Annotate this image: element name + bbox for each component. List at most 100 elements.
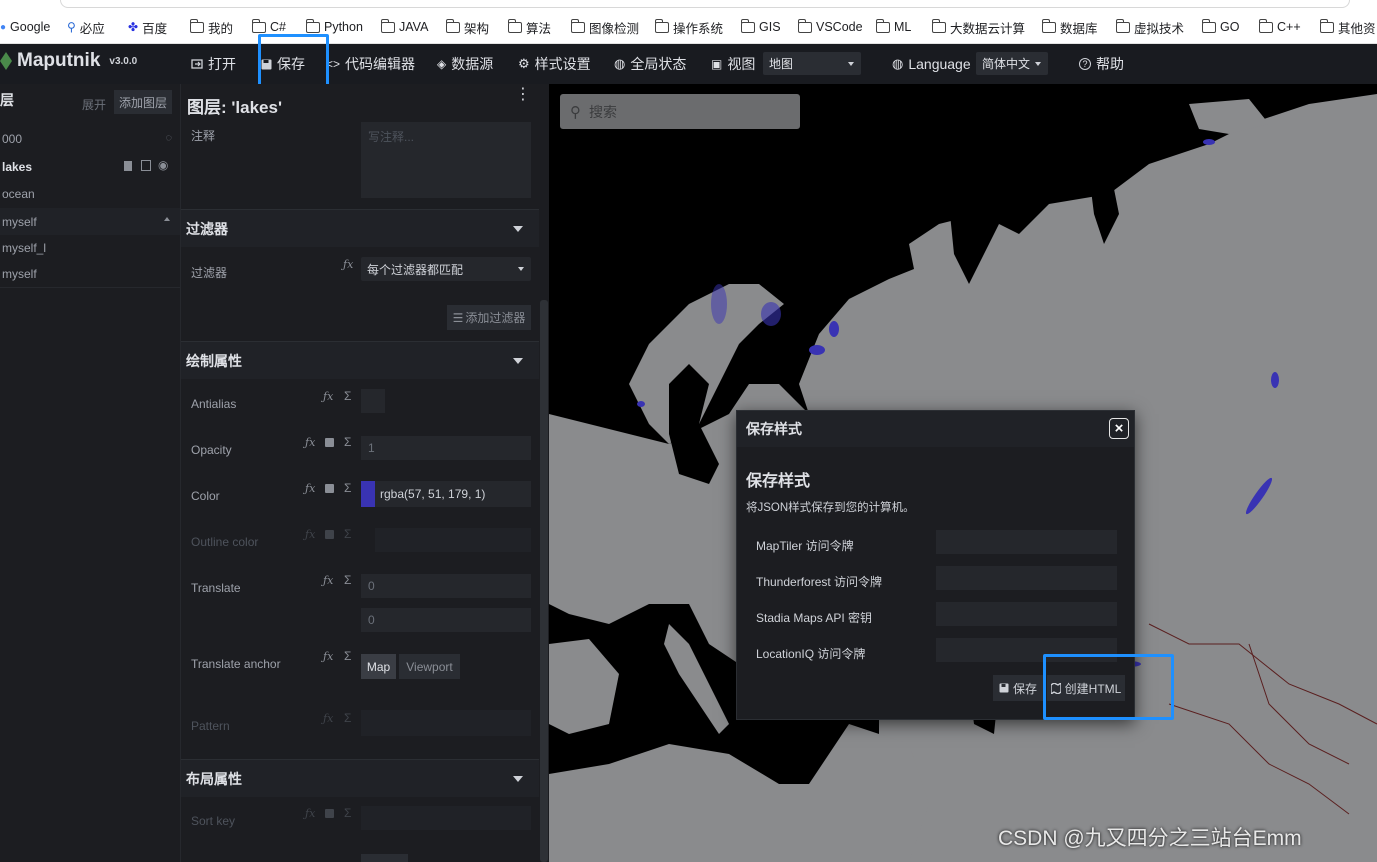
outline-color-label: Outline color bbox=[191, 535, 259, 549]
color-label: Color bbox=[191, 489, 220, 503]
function-icon[interactable]: ƒx bbox=[323, 574, 333, 587]
sort-key-input[interactable] bbox=[361, 806, 531, 830]
layer-item[interactable]: ocean bbox=[0, 180, 180, 207]
bookmark-folder[interactable]: 算法 bbox=[507, 18, 551, 36]
modal-save-button[interactable]: 保存 bbox=[993, 675, 1043, 701]
view-label-group: ▣ 视图 bbox=[711, 55, 755, 73]
code-editor-button[interactable]: <> 代码编辑器 bbox=[326, 55, 415, 73]
bookmark-folder[interactable]: 大数据云计算 bbox=[931, 18, 1025, 36]
search-placeholder: 搜索 bbox=[589, 103, 617, 120]
map-search-input[interactable]: ⚲ 搜索 bbox=[560, 94, 800, 129]
style-settings-button[interactable]: ⚙ 样式设置 bbox=[518, 55, 591, 73]
app-logo[interactable]: Maputnik v3.0.0 bbox=[0, 50, 137, 71]
function-icon[interactable]: ƒx bbox=[343, 258, 353, 271]
bookmark-folder[interactable]: ML bbox=[875, 18, 911, 36]
anchor-map-button[interactable]: Map bbox=[361, 654, 396, 679]
translate-y-input[interactable]: 0 bbox=[361, 608, 531, 632]
sigma-icon[interactable]: Σ bbox=[344, 527, 351, 541]
folder-icon bbox=[251, 18, 266, 33]
sigma-icon[interactable]: Σ bbox=[344, 711, 351, 725]
layer-item[interactable]: myself_l bbox=[0, 234, 180, 261]
function-icon[interactable]: ƒx bbox=[305, 436, 315, 449]
function-icon[interactable]: ƒx bbox=[323, 650, 333, 663]
copy-icon[interactable] bbox=[141, 160, 151, 171]
editor-scrollbar[interactable] bbox=[540, 300, 548, 862]
eye-slash-icon[interactable]: ◌ bbox=[165, 132, 172, 144]
gear-icon: ⚙ bbox=[518, 56, 530, 71]
layout-section-header[interactable]: 布局属性 bbox=[181, 759, 539, 797]
add-layer-button[interactable]: 添加图层 bbox=[114, 90, 172, 114]
layer-item-lakes[interactable]: lakes ◉ bbox=[0, 153, 180, 180]
antialias-checkbox[interactable] bbox=[361, 389, 385, 413]
bookmark-folder[interactable]: C++ bbox=[1258, 18, 1301, 36]
function-icon[interactable]: ƒx bbox=[305, 807, 315, 820]
bookmark-folder[interactable]: 我的 bbox=[189, 18, 233, 36]
function-icon[interactable]: ƒx bbox=[305, 528, 315, 541]
data-driven-icon[interactable] bbox=[325, 484, 334, 493]
paint-section-header[interactable]: 绘制属性 bbox=[181, 341, 539, 379]
bookmark-bing[interactable]: ⚲ 必应 bbox=[67, 18, 105, 36]
folder-icon bbox=[445, 18, 460, 33]
bookmark-folder[interactable]: 其他资 bbox=[1319, 18, 1376, 36]
bookmark-folder[interactable]: VSCode bbox=[797, 18, 863, 36]
color-input[interactable]: rgba(57, 51, 179, 1) bbox=[361, 481, 531, 507]
function-icon[interactable]: ƒx bbox=[323, 390, 333, 403]
help-icon: ? bbox=[1079, 58, 1091, 70]
bookmark-folder[interactable]: 虚拟技术 bbox=[1115, 18, 1184, 36]
layer-item[interactable]: 000 ◌ bbox=[0, 125, 180, 152]
trash-icon[interactable] bbox=[124, 161, 132, 171]
layer-item[interactable]: myself bbox=[0, 261, 180, 288]
function-icon[interactable]: ƒx bbox=[305, 482, 315, 495]
bookmark-folder[interactable]: 架构 bbox=[445, 18, 489, 36]
help-button[interactable]: ? 帮助 bbox=[1079, 55, 1124, 73]
create-html-highlight-box bbox=[1043, 654, 1174, 720]
stadia-key-input[interactable] bbox=[936, 602, 1117, 626]
sigma-icon[interactable]: Σ bbox=[344, 435, 351, 449]
sigma-icon[interactable]: Σ bbox=[344, 573, 351, 587]
view-select[interactable]: 地图 bbox=[763, 52, 861, 75]
bookmark-label: C++ bbox=[1277, 20, 1301, 34]
data-sources-button[interactable]: ◈ 数据源 bbox=[437, 55, 493, 73]
bookmark-google[interactable]: ● Google bbox=[0, 18, 50, 36]
data-driven-icon[interactable] bbox=[325, 530, 334, 539]
more-vertical-icon[interactable]: ⋮ bbox=[515, 87, 531, 103]
expand-button[interactable]: 展开 bbox=[82, 96, 106, 113]
function-icon[interactable]: ƒx bbox=[323, 712, 333, 725]
bookmark-label: 必应 bbox=[79, 21, 105, 36]
layer-list-header: 层 展开 添加图层 bbox=[0, 84, 180, 122]
add-filter-button[interactable]: ☰ 添加过滤器 bbox=[447, 305, 531, 330]
sigma-icon[interactable]: Σ bbox=[344, 481, 351, 495]
bookmark-folder[interactable]: GIS bbox=[740, 18, 781, 36]
data-driven-icon[interactable] bbox=[325, 438, 334, 447]
bookmark-folder[interactable]: 操作系统 bbox=[654, 18, 723, 36]
data-driven-icon[interactable] bbox=[325, 809, 334, 818]
bookmark-label: 百度 bbox=[142, 21, 168, 36]
maptiler-token-input[interactable] bbox=[936, 530, 1117, 554]
filter-section-header[interactable]: 过滤器 bbox=[181, 209, 539, 247]
filter-select[interactable]: 每个过滤器都匹配 bbox=[361, 257, 531, 281]
layer-group[interactable]: myself bbox=[0, 208, 180, 235]
language-select[interactable]: 简体中文 bbox=[976, 52, 1048, 75]
thunderforest-token-input[interactable] bbox=[936, 566, 1117, 590]
bookmark-folder[interactable]: GO bbox=[1201, 18, 1239, 36]
bookmark-folder[interactable]: 数据库 bbox=[1041, 18, 1098, 36]
global-state-button[interactable]: ◍ 全局状态 bbox=[614, 55, 686, 73]
sigma-icon[interactable]: Σ bbox=[344, 649, 351, 663]
pattern-input[interactable] bbox=[361, 710, 531, 736]
open-button[interactable]: 打开 bbox=[191, 55, 236, 73]
sigma-icon[interactable]: Σ bbox=[344, 806, 351, 820]
comment-textarea[interactable]: 写注释... bbox=[361, 122, 531, 198]
bookmark-folder[interactable]: 图像检测 bbox=[570, 18, 639, 36]
translate-x-input[interactable]: 0 bbox=[361, 574, 531, 598]
eye-icon[interactable]: ◉ bbox=[158, 158, 168, 172]
anchor-viewport-button[interactable]: Viewport bbox=[399, 654, 460, 679]
opacity-input[interactable]: 1 bbox=[361, 436, 531, 460]
bookmark-baidu[interactable]: ✤ 百度 bbox=[128, 18, 167, 36]
outline-color-input[interactable] bbox=[375, 528, 531, 552]
bookmark-folder[interactable]: JAVA bbox=[380, 18, 428, 36]
partial-control[interactable] bbox=[361, 854, 408, 862]
sigma-icon[interactable]: Σ bbox=[344, 389, 351, 403]
color-swatch[interactable] bbox=[361, 481, 375, 507]
close-icon[interactable]: × bbox=[1109, 418, 1129, 439]
chevron-up-icon[interactable] bbox=[164, 217, 170, 221]
